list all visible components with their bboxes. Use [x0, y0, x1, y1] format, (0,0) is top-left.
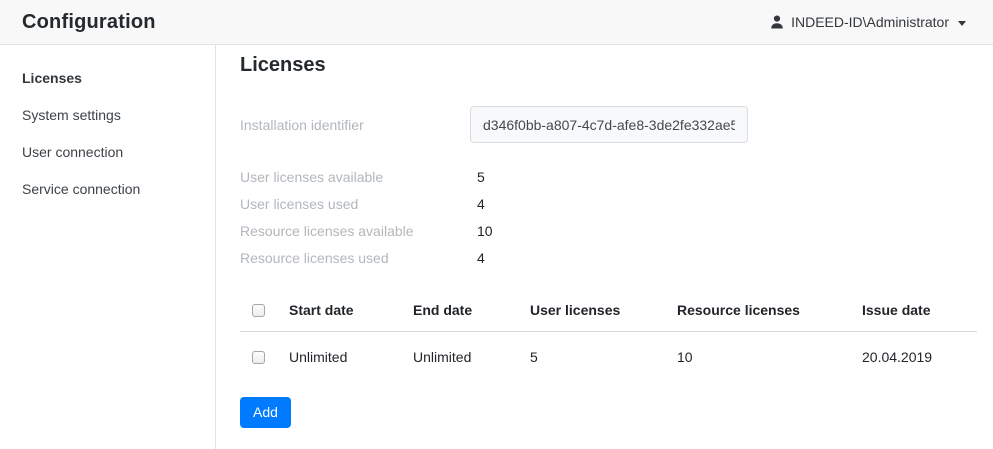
stat-value: 4	[477, 196, 485, 212]
stat-label: Resource licenses used	[240, 250, 477, 266]
installation-identifier-row: Installation identifier	[240, 106, 993, 143]
table-header-row: Start date End date User licenses Resour…	[240, 289, 977, 332]
cell-resource-licenses: 10	[677, 332, 862, 385]
sidebar-item-label: User connection	[22, 144, 123, 160]
select-all-checkbox[interactable]	[252, 304, 265, 317]
app-window: Configuration INDEED-ID\Administrator Li…	[0, 0, 993, 449]
stat-row: User licenses used 4	[240, 190, 993, 217]
section-title: Licenses	[240, 51, 993, 79]
sidebar: Licenses System settings User connection…	[0, 45, 216, 449]
row-select-checkbox[interactable]	[252, 351, 265, 364]
row-select-cell	[240, 332, 289, 385]
license-stats: User licenses available 5 User licenses …	[240, 163, 993, 271]
add-button[interactable]: Add	[240, 397, 291, 428]
sidebar-item-user-connection[interactable]: User connection	[0, 133, 215, 170]
stat-value: 4	[477, 250, 485, 266]
stat-label: User licenses available	[240, 169, 477, 185]
sidebar-item-label: Service connection	[22, 181, 140, 197]
page-title: Configuration	[22, 11, 156, 34]
column-header-resource-licenses: Resource licenses	[677, 289, 862, 332]
select-all-cell	[240, 289, 289, 332]
licenses-table: Start date End date User licenses Resour…	[240, 289, 977, 384]
sidebar-item-system-settings[interactable]: System settings	[0, 96, 215, 133]
installation-identifier-field[interactable]	[470, 106, 748, 143]
cell-start-date: Unlimited	[289, 332, 413, 385]
stat-row: Resource licenses available 10	[240, 217, 993, 244]
column-header-issue-date: Issue date	[862, 289, 977, 332]
top-header: Configuration INDEED-ID\Administrator	[0, 0, 993, 45]
column-header-start-date: Start date	[289, 289, 413, 332]
stat-value: 5	[477, 169, 485, 185]
sidebar-item-service-connection[interactable]: Service connection	[0, 170, 215, 207]
sidebar-item-label: Licenses	[22, 70, 82, 86]
table-row: Unlimited Unlimited 5 10 20.04.2019	[240, 332, 977, 385]
main-content: Licenses Installation identifier User li…	[216, 45, 993, 449]
body: Licenses System settings User connection…	[0, 45, 993, 449]
person-icon	[769, 14, 785, 30]
installation-identifier-label: Installation identifier	[240, 117, 470, 133]
stat-label: User licenses used	[240, 196, 477, 212]
column-header-user-licenses: User licenses	[530, 289, 677, 332]
user-menu[interactable]: INDEED-ID\Administrator	[769, 14, 966, 30]
column-header-end-date: End date	[413, 289, 530, 332]
cell-end-date: Unlimited	[413, 332, 530, 385]
stat-row: Resource licenses used 4	[240, 244, 993, 271]
stat-value: 10	[477, 223, 493, 239]
cell-user-licenses: 5	[530, 332, 677, 385]
cell-issue-date: 20.04.2019	[862, 332, 977, 385]
sidebar-item-licenses[interactable]: Licenses	[0, 59, 215, 96]
stat-row: User licenses available 5	[240, 163, 993, 190]
sidebar-item-label: System settings	[22, 107, 121, 123]
caret-down-icon	[958, 21, 966, 26]
stat-label: Resource licenses available	[240, 223, 477, 239]
user-name: INDEED-ID\Administrator	[791, 14, 949, 30]
